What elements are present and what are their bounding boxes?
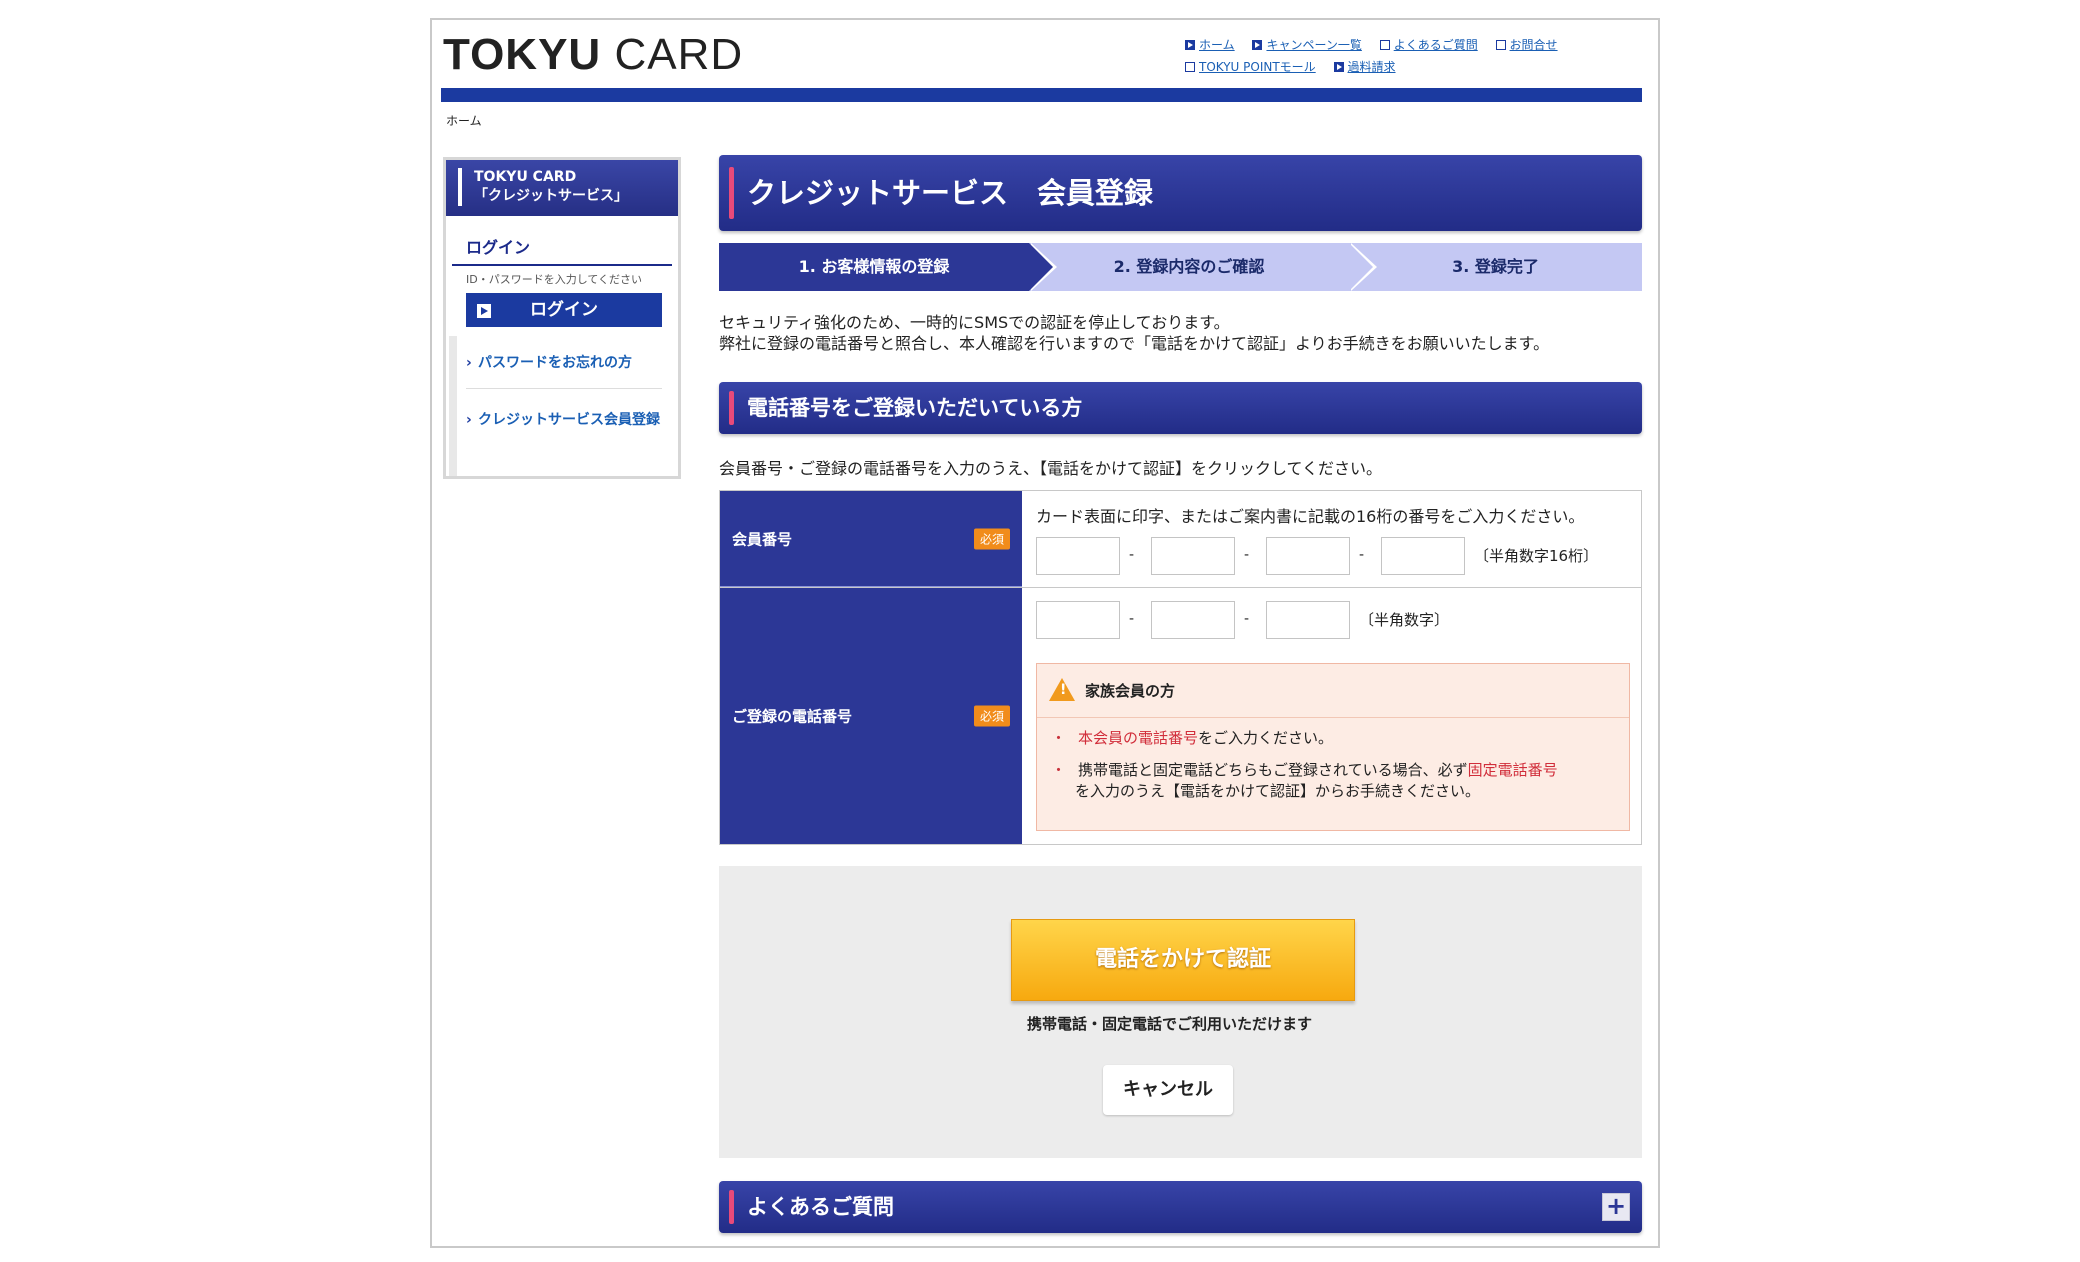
member-number-input-3[interactable]	[1266, 537, 1350, 575]
header-link-claims[interactable]: 過料請求	[1333, 56, 1396, 78]
step-1-current: 1. お客様情報の登録	[719, 243, 1029, 291]
dash: -	[1129, 547, 1135, 563]
member-number-input-4[interactable]	[1381, 537, 1465, 575]
faq-title: よくあるご質問	[747, 1195, 894, 1219]
phone-input-1[interactable]	[1036, 601, 1120, 639]
dash: -	[1244, 611, 1250, 627]
member-number-row: 会員番号 必須 カード表面に印字、またはご案内書に記載の16桁の番号をご入力くだ…	[720, 491, 1641, 588]
step-arrow	[1349, 243, 1373, 291]
phone-number-label-cell: ご登録の電話番号 必須	[720, 588, 1022, 844]
required-badge: 必須	[973, 705, 1010, 727]
member-number-input-1[interactable]	[1036, 537, 1120, 575]
breadcrumb[interactable]: ホーム	[446, 112, 482, 129]
new-window-icon	[1495, 40, 1506, 50]
security-notice: セキュリティ強化のため、一時的にSMSでの認証を停止しております。 弊社に登録の…	[719, 313, 1550, 353]
sidebar-login-title: ログイン	[452, 216, 672, 266]
sidebar-login-hint: ID・パスワードを入力してください	[466, 273, 643, 286]
phone-input-3[interactable]	[1266, 601, 1350, 639]
family-note-item-continued: を入力のうえ【電話をかけて認証】からお手続きください。	[1075, 782, 1481, 800]
arrow-square-icon	[1185, 40, 1195, 50]
sidebar-link-forgot-password[interactable]: パスワードをお忘れの方	[466, 353, 662, 374]
new-window-icon	[1379, 40, 1390, 50]
dash: -	[1359, 547, 1365, 563]
header-link-point-mall[interactable]: TOKYU POINTモール	[1185, 56, 1316, 78]
faq-accordion[interactable]: よくあるご質問 +	[719, 1181, 1642, 1233]
header-link-contact[interactable]: お問合せ	[1495, 34, 1558, 56]
sidebar-heading: TOKYU CARD 「クレジットサービス」	[446, 160, 678, 216]
phone-number-label: ご登録の電話番号	[732, 707, 853, 726]
page-title: クレジットサービス 会員登録	[719, 155, 1642, 231]
form-instruction: 会員番号・ご登録の電話番号を入力のうえ、【電話をかけて認証】をクリックしてくださ…	[719, 459, 1383, 478]
section-heading: 電話番号をご登録いただいている方	[719, 382, 1642, 434]
member-number-description: カード表面に印字、またはご案内書に記載の16桁の番号をご入力ください。	[1036, 507, 1585, 526]
family-note-title: 家族会員の方	[1085, 682, 1176, 700]
family-member-note: ! 家族会員の方 ・本会員の電話番号をご入力ください。 ・携帯電話と固定電話どち…	[1036, 663, 1630, 831]
new-window-icon	[1185, 62, 1195, 72]
member-number-format-hint: 〔半角数字16桁〕	[1474, 547, 1599, 565]
header-link-faq[interactable]: よくあるご質問	[1379, 34, 1478, 56]
step-3: 3. 登録完了	[1349, 243, 1642, 291]
tokyu-card-logo[interactable]: TOKYU CARD	[443, 30, 743, 80]
expand-plus-icon[interactable]: +	[1602, 1193, 1630, 1221]
phone-input-2[interactable]	[1151, 601, 1235, 639]
call-button-note: 携帯電話・固定電話でご利用いただけます	[1026, 1015, 1312, 1033]
sidebar-login-button[interactable]: ログイン	[466, 293, 662, 327]
header-link-campaigns[interactable]: キャンペーン一覧	[1252, 34, 1362, 56]
call-to-verify-button[interactable]: 電話をかけて認証	[1011, 919, 1355, 1001]
cancel-button[interactable]: キャンセル	[1103, 1065, 1233, 1115]
dash: -	[1244, 547, 1250, 563]
family-note-item: ・携帯電話と固定電話どちらもご登録されている場合、必ず固定電話番号	[1051, 761, 1558, 779]
arrow-square-icon	[1252, 40, 1263, 50]
phone-number-row: ご登録の電話番号 必須 - - 〔半角数字〕 ! 家族会員の方 ・本会員の電話番…	[720, 588, 1641, 844]
registration-form: 会員番号 必須 カード表面に印字、またはご案内書に記載の16桁の番号をご入力くだ…	[719, 490, 1642, 845]
phone-format-hint: 〔半角数字〕	[1359, 611, 1450, 629]
sidebar-divider	[466, 388, 662, 389]
family-note-item: ・本会員の電話番号をご入力ください。	[1051, 729, 1334, 747]
header-links: ホーム キャンペーン一覧 よくあるご質問 お問合せ TOKYU POINTモール…	[1185, 34, 1605, 78]
step-2: 2. 登録内容のご確認	[1029, 243, 1349, 291]
sidebar-shade	[449, 336, 457, 476]
required-badge: 必須	[973, 528, 1010, 549]
sidebar-link-register[interactable]: クレジットサービス会員登録	[466, 410, 662, 431]
member-number-label-cell: 会員番号 必須	[720, 491, 1022, 587]
arrow-square-icon	[1333, 62, 1344, 72]
step-arrow	[1029, 243, 1053, 291]
dash: -	[1129, 611, 1135, 627]
header-band	[441, 88, 1642, 102]
warning-icon: !	[1049, 678, 1075, 701]
member-number-input-2[interactable]	[1151, 537, 1235, 575]
accent-bar	[729, 1190, 734, 1224]
member-number-label: 会員番号	[732, 530, 793, 548]
progress-steps: 1. お客様情報の登録 2. 登録内容のご確認 3. 登録完了	[719, 243, 1642, 291]
sidebar: TOKYU CARD 「クレジットサービス」 ログイン ID・パスワードを入力し…	[443, 157, 681, 479]
phone-number-field-cell: - - 〔半角数字〕 ! 家族会員の方 ・本会員の電話番号をご入力ください。 ・…	[1022, 588, 1641, 844]
header-link-home[interactable]: ホーム	[1185, 34, 1235, 56]
family-note-divider	[1037, 717, 1629, 718]
action-panel: 電話をかけて認証 携帯電話・固定電話でご利用いただけます キャンセル	[719, 866, 1642, 1158]
play-arrow-icon	[477, 304, 491, 318]
member-number-field-cell: カード表面に印字、またはご案内書に記載の16桁の番号をご入力ください。 - - …	[1022, 491, 1641, 587]
